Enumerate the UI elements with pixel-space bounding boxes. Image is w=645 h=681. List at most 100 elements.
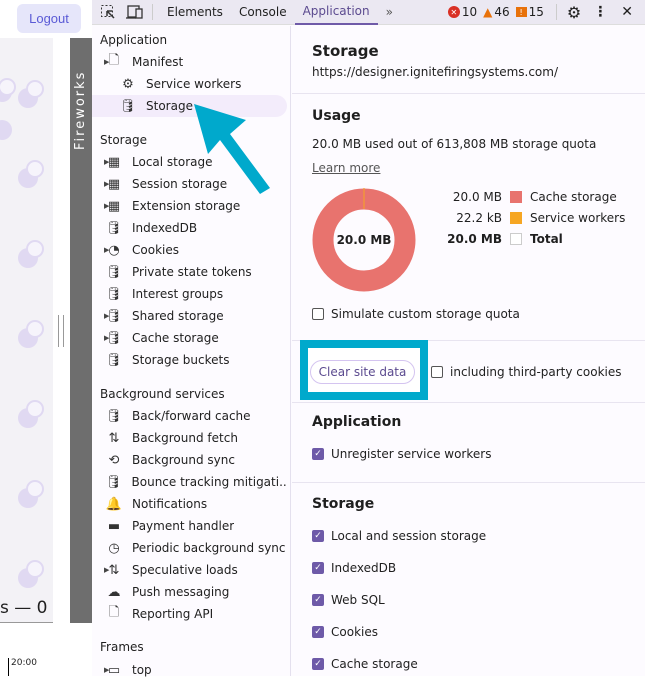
legend-swatch [510, 191, 522, 203]
table-icon: ▦ [107, 154, 121, 170]
table-icon: ▦ [107, 176, 121, 192]
database-icon: 🛢 [105, 308, 123, 324]
frame-icon: ▭ [107, 662, 121, 678]
devtools-panel: Elements Console Application » ✕ 10 ▲ 46… [92, 0, 645, 678]
bell-icon: 🔔 [105, 496, 123, 512]
third-party-cookies-checkbox[interactable]: including third-party cookies [431, 365, 622, 379]
database-icon: 🛢 [119, 98, 137, 114]
error-icon[interactable]: ✕ [447, 6, 460, 18]
sidebar-item[interactable]: 🛢 Interest groups [92, 283, 287, 305]
storage-heading: Storage [312, 496, 375, 512]
usage-heading: Usage [312, 108, 361, 124]
error-count[interactable]: 10 [462, 5, 477, 19]
origin-url: https://designer.ignitefiringsystems.com… [312, 65, 558, 79]
issue-count[interactable]: 15 [529, 5, 544, 19]
application-heading: Application [312, 414, 402, 430]
section-application: Application [100, 33, 168, 47]
unregister-sw-checkbox[interactable]: ✓ Unregister service workers [312, 447, 491, 461]
clock-icon: ◷ [108, 540, 120, 556]
sidebar-item-label: Bounce tracking mitigati... [131, 475, 287, 489]
inspect-element-icon[interactable] [92, 0, 124, 25]
sidebar-item-label: Background fetch [132, 431, 238, 445]
sidebar-item-label: Private state tokens [132, 265, 252, 279]
legend-label: Total [530, 232, 563, 246]
sidebar-item[interactable]: ▶ ▦ Local storage [92, 151, 287, 173]
storage-type-checkbox[interactable]: ✓ IndexedDB [312, 561, 396, 575]
tab-elements[interactable]: Elements [153, 0, 231, 25]
time-label: 20:00 [8, 658, 37, 676]
warning-icon[interactable]: ▲ [483, 5, 492, 19]
simulate-quota-checkbox[interactable]: Simulate custom storage quota [312, 307, 520, 321]
sidebar-item[interactable]: ⇅ Background fetch [92, 427, 287, 449]
storage-type-checkbox[interactable]: ✓ Cache storage [312, 657, 418, 671]
storage-type-checkbox[interactable]: ✓ Cookies [312, 625, 378, 639]
sidebar-item[interactable]: 🗋 Reporting API [92, 603, 287, 625]
cloud-icon: ☁ [107, 584, 121, 600]
sidebar-item-service-workers[interactable]: ⚙ Service workers [92, 73, 287, 95]
issue-icon[interactable]: ! [515, 7, 527, 17]
legend-value: 20.0 MB [447, 232, 502, 246]
tab-application[interactable]: Application [294, 0, 378, 25]
sidebar-item[interactable]: 🛢 IndexedDB [92, 217, 287, 239]
sidebar-item[interactable]: ▶ 🛢 Shared storage [92, 305, 287, 327]
simulate-quota-label: Simulate custom storage quota [331, 307, 520, 321]
counter-text: s — 0 [0, 598, 48, 618]
sidebar-item-label: Speculative loads [132, 563, 238, 577]
donut-center-label: 20.0 MB [336, 233, 392, 247]
page-canvas [0, 38, 53, 623]
sidebar-item[interactable]: ◷ Periodic background sync [92, 537, 287, 559]
sidebar-item-label: Extension storage [132, 199, 241, 213]
storage-type-checkbox[interactable]: ✓ Web SQL [312, 593, 385, 607]
storage-type-checkbox[interactable]: ✓ Local and session storage [312, 529, 486, 543]
legend-item: 20.0 MB Cache storage [442, 190, 617, 204]
sidebar-item[interactable]: ▶ ▦ Extension storage [92, 195, 287, 217]
more-options-icon[interactable]: ⋮ [593, 4, 607, 20]
database-icon: 🛢 [105, 408, 123, 424]
sidebar-item[interactable]: 🛢 Private state tokens [92, 261, 287, 283]
sidebar-item[interactable]: ▶ ▦ Session storage [92, 173, 287, 195]
sidebar-item-label: Periodic background sync [132, 541, 286, 555]
database-icon: 🛢 [105, 264, 123, 280]
sidebar-item-storage[interactable]: 🛢 Storage [92, 95, 287, 117]
sidebar-item[interactable]: 🛢 Storage buckets [92, 349, 287, 371]
settings-gear-icon[interactable]: ⚙ [567, 3, 581, 22]
close-icon[interactable]: ✕ [621, 4, 633, 20]
warning-count[interactable]: 46 [494, 5, 509, 19]
legend-item: 22.2 kB Service workers [442, 211, 625, 225]
resize-handle[interactable] [58, 315, 64, 347]
sidebar-item[interactable]: ⟲ Background sync [92, 449, 287, 471]
sidebar-item[interactable]: ☁ Push messaging [92, 581, 287, 603]
sidebar-item[interactable]: ▬ Payment handler [92, 515, 287, 537]
sidebar-item-label: Back/forward cache [132, 409, 251, 423]
sidebar-item[interactable]: ▶ ◔ Cookies [92, 239, 287, 261]
page-title: Storage [312, 42, 379, 60]
database-icon: 🛢 [105, 352, 123, 368]
learn-more-link[interactable]: Learn more [312, 161, 380, 175]
device-toolbar-icon[interactable] [124, 0, 152, 25]
sidebar-item[interactable]: ▶ 🛢 Cache storage [92, 327, 287, 349]
sidebar-item-label: Payment handler [132, 519, 235, 533]
tab-console[interactable]: Console [231, 0, 295, 25]
sidebar-item-manifest[interactable]: ▶ 🗋 Manifest [92, 51, 287, 73]
legend-swatch [510, 212, 522, 224]
sidebar-item[interactable]: 🔔 Notifications [92, 493, 287, 515]
legend-value: 22.2 kB [456, 211, 502, 225]
sidebar-item[interactable]: 🛢 Back/forward cache [92, 405, 287, 427]
sidebar-item-label: Cookies [132, 243, 179, 257]
sidebar-item[interactable]: 🛢 Bounce tracking mitigati... [92, 471, 287, 493]
legend-swatch [510, 233, 522, 245]
storage-type-label: Cookies [331, 625, 378, 639]
web-page: Logout s — 0 20:00 [0, 0, 81, 676]
application-sidebar: Application ▶ 🗋 Manifest ⚙ Service workers … [92, 26, 291, 678]
storage-pane: Storage https://designer.ignitefiringsys… [292, 26, 645, 676]
logout-button[interactable]: Logout [17, 4, 81, 33]
sidebar-item-label: Session storage [132, 177, 228, 191]
sync-icon: ⟲ [108, 452, 120, 468]
clear-site-data-button[interactable]: Clear site data [310, 360, 415, 384]
third-party-cookies-label: including third-party cookies [450, 365, 622, 379]
sidebar-item-frame-top[interactable]: ▶ ▭ top [92, 659, 287, 681]
sidebar-item[interactable]: ▶ ⇅ Speculative loads [92, 559, 287, 581]
more-tabs-icon[interactable]: » [378, 0, 401, 25]
database-icon: 🛢 [105, 474, 122, 490]
database-icon: 🛢 [105, 220, 123, 236]
